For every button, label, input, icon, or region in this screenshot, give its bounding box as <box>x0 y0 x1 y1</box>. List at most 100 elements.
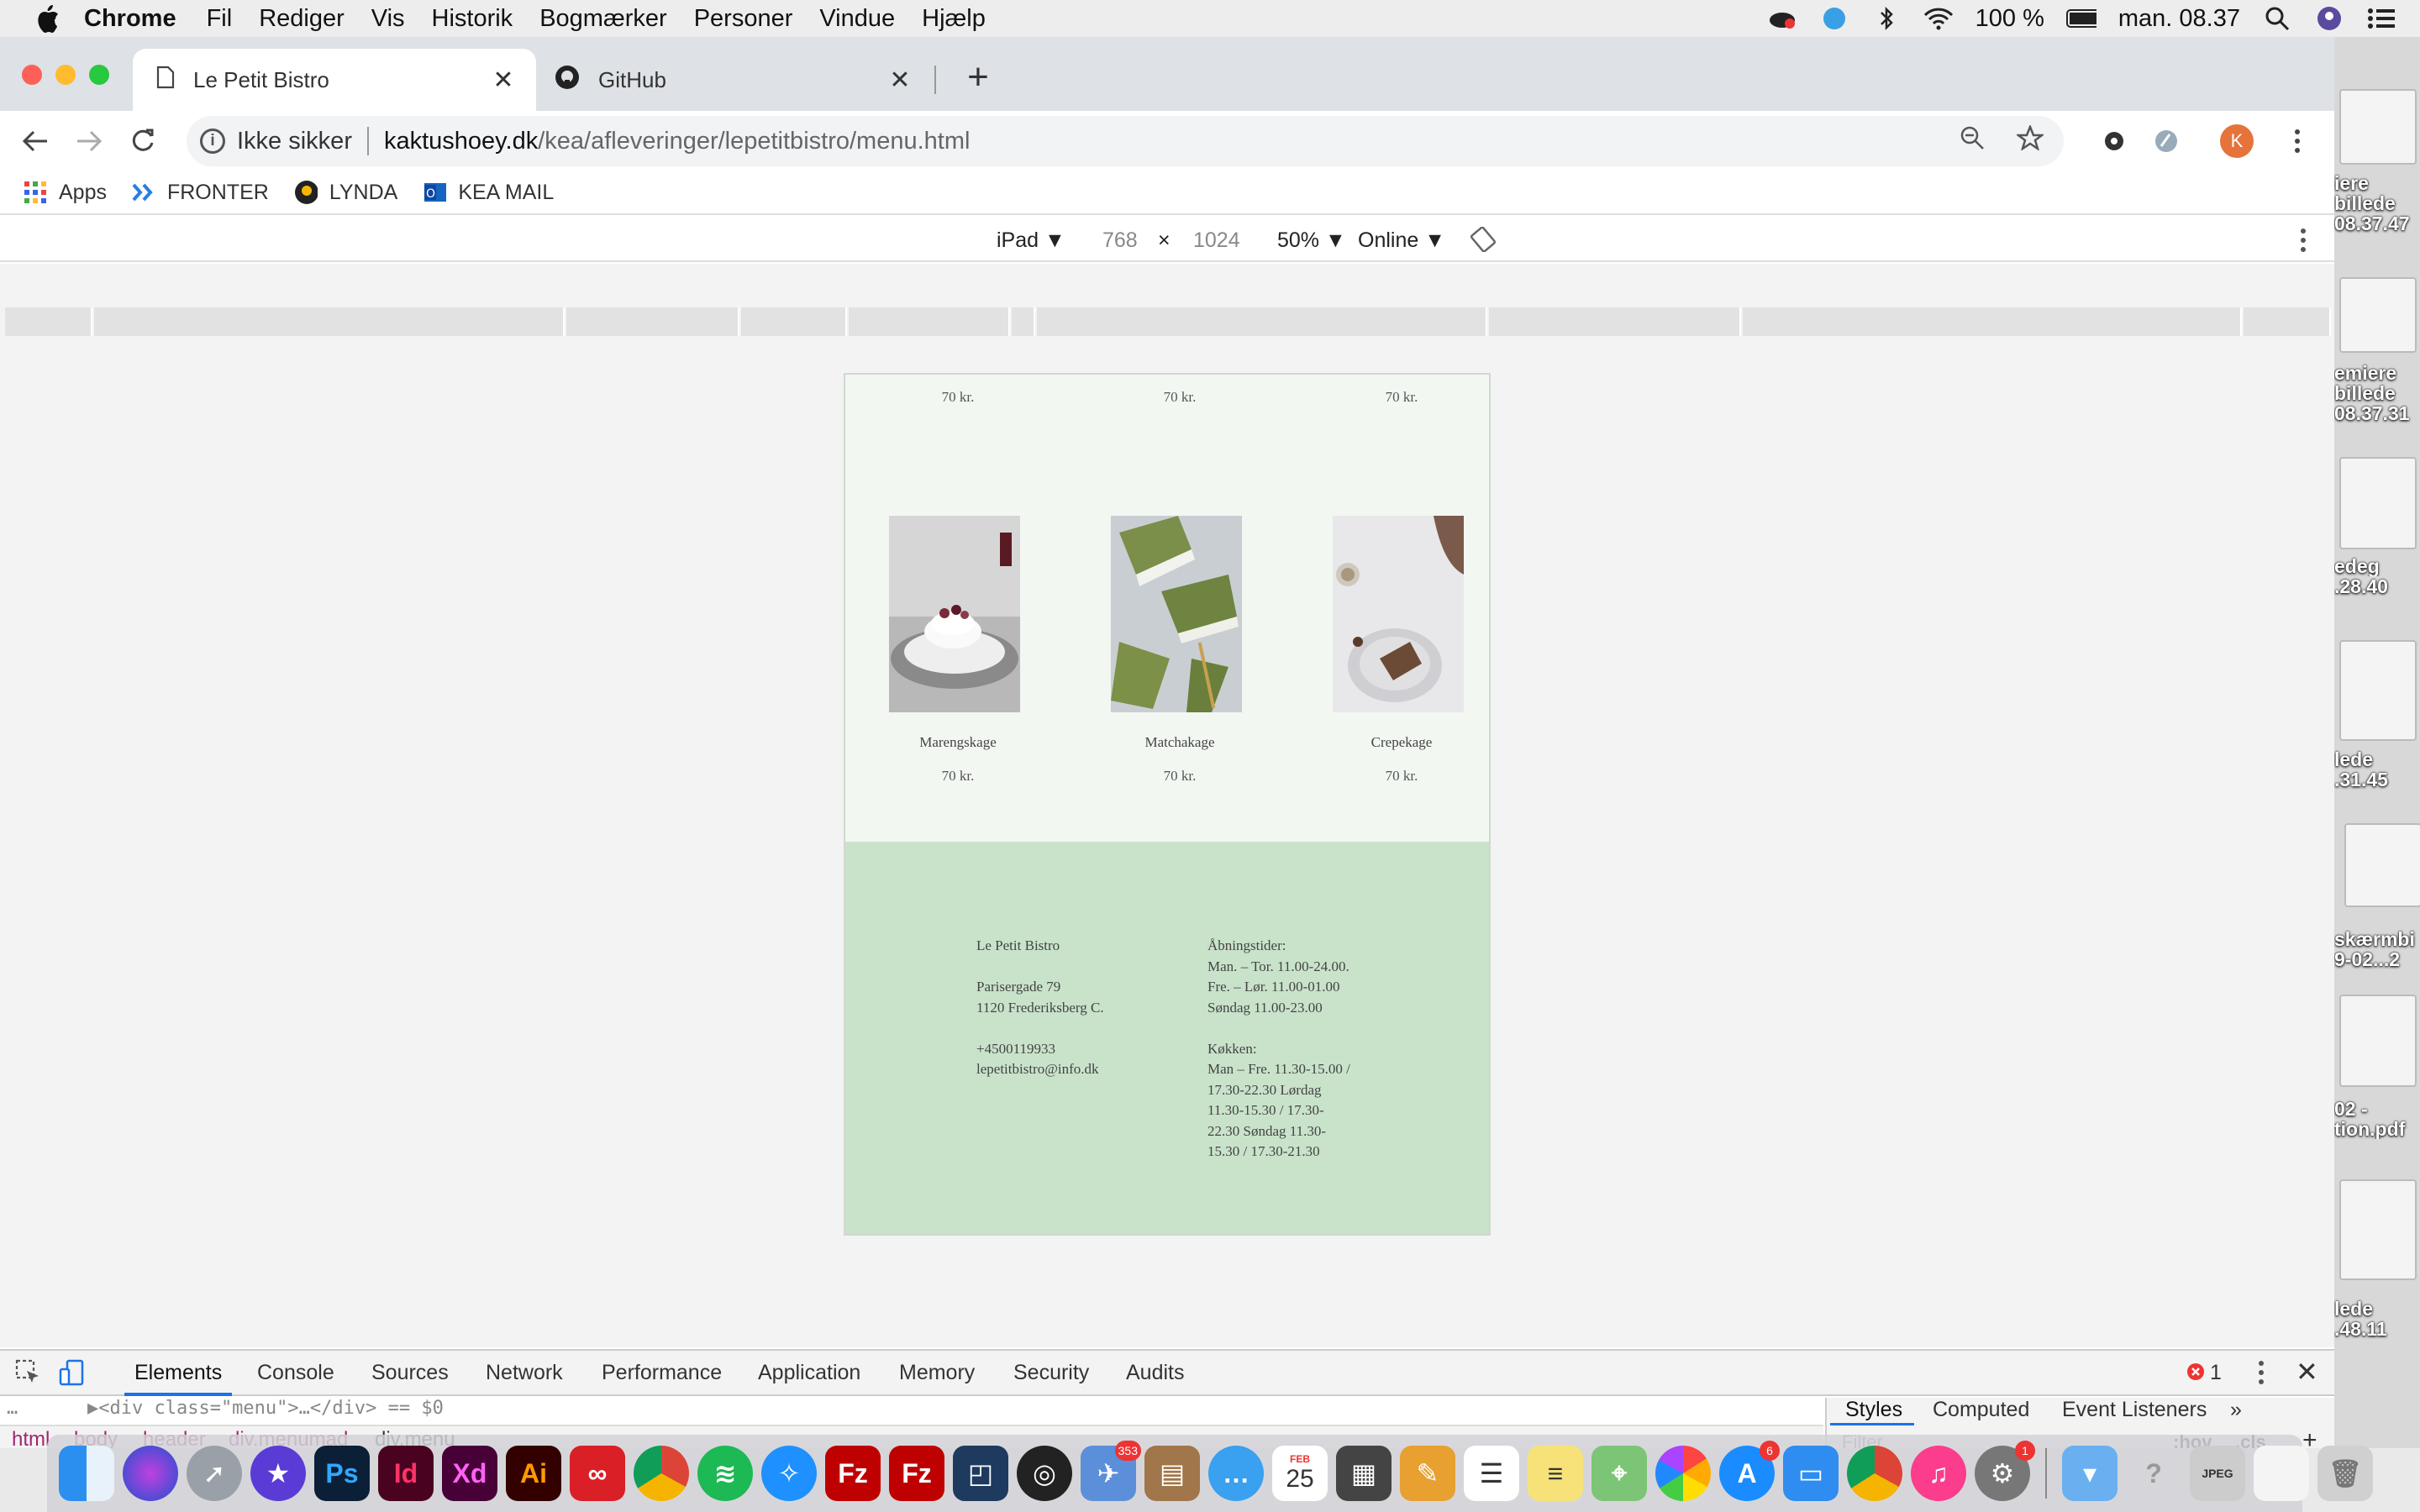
inspect-element-icon[interactable] <box>15 1359 40 1390</box>
adobe-xd-icon[interactable]: Xd <box>442 1446 497 1501</box>
vpn-status-icon[interactable] <box>1819 6 1849 31</box>
security-label[interactable]: Ikke sikker <box>237 128 352 155</box>
desktop-file-label[interactable]: lede <box>2334 1299 2420 1319</box>
clock[interactable]: man. 08.37 <box>2118 5 2240 33</box>
extension-blue-icon[interactable] <box>2148 111 2185 171</box>
maps-icon[interactable]: ⌖ <box>1591 1446 1647 1501</box>
viewport-height-input[interactable]: 1024 <box>1193 228 1240 253</box>
devtools-tab-memory[interactable]: Memory <box>899 1361 975 1385</box>
error-count[interactable]: 1 <box>2210 1361 2222 1385</box>
crumb-html[interactable]: html <box>12 1428 50 1448</box>
error-icon[interactable] <box>2186 1362 2205 1387</box>
safari-icon[interactable]: ✧ <box>761 1446 817 1501</box>
media-query-segment[interactable] <box>94 307 565 336</box>
menu-rediger[interactable]: Rediger <box>259 5 345 33</box>
viewport-width-input[interactable]: 768 <box>1102 228 1138 253</box>
profile-avatar-letter[interactable]: K <box>2220 124 2254 158</box>
desktop-file-label[interactable]: billede <box>2334 193 2420 213</box>
launchpad-icon[interactable]: ➚ <box>187 1446 242 1501</box>
finder-icon[interactable] <box>59 1446 114 1501</box>
desktop-file-label[interactable]: tion.pdf <box>2334 1119 2420 1139</box>
bluetooth-icon[interactable] <box>1871 6 1902 31</box>
wifi-icon[interactable] <box>1923 6 1954 31</box>
menu-fil[interactable]: Fil <box>207 5 233 33</box>
sidebar-tab-event-listeners[interactable]: Event Listeners <box>2062 1398 2207 1422</box>
help-icon[interactable]: ? <box>2126 1446 2181 1501</box>
siri-icon[interactable] <box>123 1446 178 1501</box>
back-arrow-icon[interactable] <box>17 123 54 160</box>
tab-close-icon[interactable]: ✕ <box>887 66 913 95</box>
system-preferences-icon[interactable]: ⚙ 1 <box>1975 1441 2035 1501</box>
devtools-tab-sources[interactable]: Sources <box>371 1361 449 1385</box>
menu-vis[interactable]: Vis <box>371 5 405 33</box>
desktop-file-label[interactable]: 9-02...2 <box>2334 949 2420 969</box>
devtools-tab-elements[interactable]: Elements <box>134 1361 222 1385</box>
devtools-tab-performance[interactable]: Performance <box>602 1361 722 1385</box>
media-query-segment[interactable] <box>741 307 847 336</box>
desktop-file-label[interactable]: 08.37.47 <box>2334 213 2420 234</box>
menu-bogmaerker[interactable]: Bogmærker <box>539 5 667 33</box>
window-close-button[interactable] <box>22 65 42 85</box>
desktop-file-label[interactable]: 08.37.31 <box>2334 403 2420 423</box>
window-minimize-button[interactable] <box>55 65 76 85</box>
calendar-icon[interactable]: FEB 25 <box>1272 1446 1328 1501</box>
bookmark-kea-mail[interactable]: O KEA MAIL <box>423 181 554 205</box>
desktop-file-label[interactable]: emiere <box>2334 363 2420 383</box>
trash-icon[interactable]: 🗑 <box>2317 1446 2373 1501</box>
creative-cloud-status-icon[interactable] <box>1767 6 1797 31</box>
sidebar-tab-styles[interactable]: Styles <box>1845 1398 1902 1422</box>
itunes-icon[interactable]: ♫ <box>1911 1446 1966 1501</box>
reload-icon[interactable] <box>124 123 161 160</box>
notification-center-icon[interactable] <box>2366 6 2396 31</box>
zoom-out-icon[interactable] <box>1960 125 1985 157</box>
extension-icon[interactable] <box>2096 111 2133 171</box>
creative-cloud-icon[interactable]: ∞ <box>570 1446 625 1501</box>
bookmark-apps[interactable]: Apps <box>24 181 107 205</box>
illustrator-icon[interactable]: Ai <box>506 1446 561 1501</box>
zoom-select[interactable]: 50% ▼ <box>1277 228 1346 253</box>
calculator-icon[interactable]: ▦ <box>1336 1446 1392 1501</box>
filezilla-server-icon[interactable]: Fz <box>889 1446 944 1501</box>
media-query-segment[interactable] <box>2244 307 2331 336</box>
devtools-tab-application[interactable]: Application <box>758 1361 860 1385</box>
device-toolbar-more-icon[interactable] <box>2299 227 2307 260</box>
sidebar-tab-computed[interactable]: Computed <box>1933 1398 2029 1422</box>
devtools-tab-console[interactable]: Console <box>257 1361 334 1385</box>
new-tab-button[interactable]: + <box>958 59 998 99</box>
sketch-box-icon[interactable]: ◰ <box>953 1446 1008 1501</box>
media-query-segment[interactable] <box>1743 307 2242 336</box>
desktop-file-label[interactable]: .31.45 <box>2334 769 2420 790</box>
desktop-file-label[interactable]: 02 - <box>2334 1099 2420 1119</box>
url-host[interactable]: kaktushoey.dk <box>384 128 538 155</box>
tab-le-petit-bistro[interactable]: Le Petit Bistro ✕ <box>133 49 536 111</box>
network-throttle-select[interactable]: Online ▼ <box>1358 228 1445 253</box>
devtools-tab-audits[interactable]: Audits <box>1126 1361 1184 1385</box>
desktop-screenshot-thumbnail[interactable] <box>2344 823 2420 907</box>
keynote-icon[interactable]: ✎ <box>1400 1446 1455 1501</box>
device-select[interactable]: iPad ▼ <box>997 228 1065 253</box>
spotify-icon[interactable]: ≋ <box>697 1446 753 1501</box>
desktop-screenshot-thumbnail[interactable] <box>2339 89 2417 165</box>
imovie-star-icon[interactable]: ★ <box>250 1446 306 1501</box>
mail-icon[interactable]: ✈ 353 <box>1081 1441 1141 1501</box>
bookmark-star-icon[interactable] <box>2015 123 2045 157</box>
desktop-screenshot-thumbnail[interactable] <box>2339 277 2417 353</box>
desktop-file-label[interactable]: skærmbi <box>2334 929 2420 949</box>
messages-icon[interactable]: … <box>1208 1446 1264 1501</box>
sidebar-more-tabs-icon[interactable]: » <box>2230 1398 2242 1422</box>
desktop-screenshot-thumbnail[interactable] <box>2339 640 2417 741</box>
notes-icon[interactable]: ≡ <box>1528 1446 1583 1501</box>
filezilla-icon[interactable]: Fz <box>825 1446 881 1501</box>
url-path[interactable]: /kea/afleveringer/lepetitbistro/menu.htm… <box>538 128 970 155</box>
window-zoom-button[interactable] <box>89 65 109 85</box>
tab-close-icon[interactable]: ✕ <box>491 66 516 95</box>
bookmark-fronter[interactable]: FRONTER <box>132 181 269 205</box>
keynote-podium-icon[interactable]: ▭ <box>1783 1446 1839 1501</box>
chrome-menu-icon[interactable] <box>2281 111 2314 171</box>
desktop-file-label[interactable]: billede <box>2334 383 2420 403</box>
photos-icon[interactable] <box>1655 1446 1711 1501</box>
desktop-pdf-thumbnail[interactable] <box>2339 995 2417 1087</box>
desktop-file-label[interactable]: .48.11 <box>2334 1319 2420 1339</box>
photoshop-icon[interactable]: Ps <box>314 1446 370 1501</box>
desktop-file-label[interactable]: edeg <box>2334 556 2420 576</box>
